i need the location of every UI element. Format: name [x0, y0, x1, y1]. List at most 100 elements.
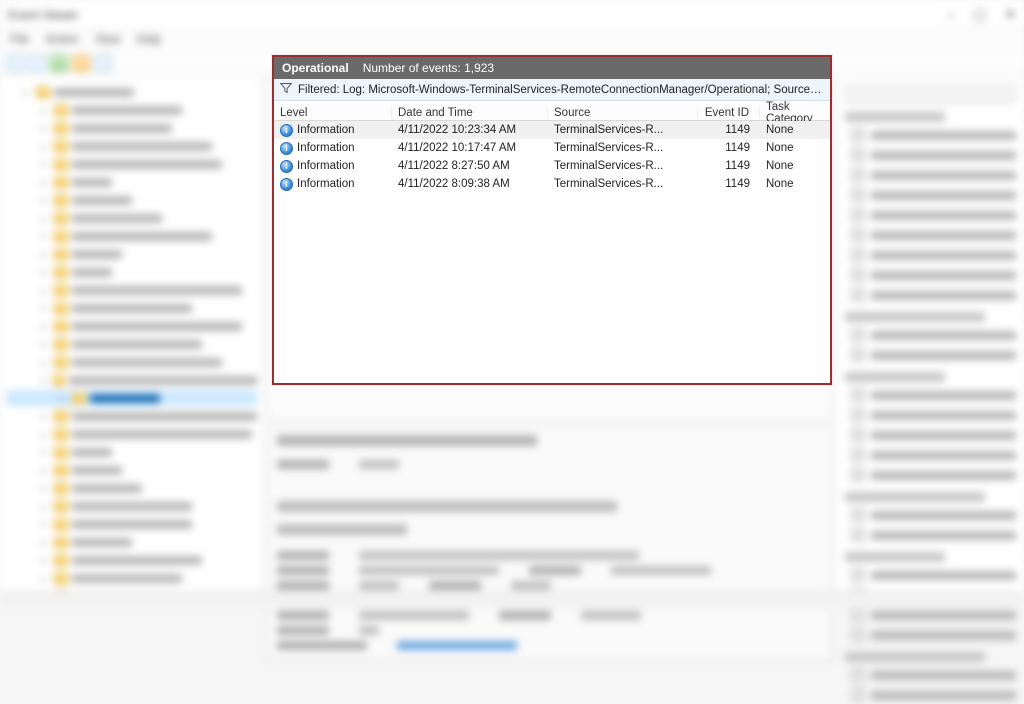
- actions-group-header: [845, 312, 985, 322]
- col-event-id[interactable]: Event ID: [698, 107, 760, 119]
- tree-item[interactable]: ▸: [6, 462, 257, 478]
- tree-item[interactable]: ▸: [6, 408, 257, 424]
- maximize-button[interactable]: ▢: [973, 6, 986, 23]
- tree-item[interactable]: ▸: [6, 354, 257, 370]
- action-icon: [851, 408, 865, 422]
- actions-item[interactable]: [851, 466, 1016, 484]
- tree-item[interactable]: ▸: [6, 282, 257, 298]
- folder-icon: [54, 266, 68, 278]
- tree-item[interactable]: ▸: [6, 300, 257, 316]
- actions-item[interactable]: [851, 506, 1016, 524]
- tree-item[interactable]: ▸: [6, 570, 257, 586]
- actions-item[interactable]: [851, 326, 1016, 344]
- actions-item[interactable]: [851, 426, 1016, 444]
- tree-item[interactable]: ▸: [6, 390, 257, 406]
- action-icon: [851, 568, 865, 582]
- actions-item[interactable]: [851, 146, 1016, 164]
- folder-icon: [54, 212, 68, 224]
- actions-header: [845, 84, 1016, 104]
- menu-action[interactable]: Action: [45, 32, 78, 47]
- event-row[interactable]: iInformation4/11/2022 8:09:38 AMTerminal…: [274, 175, 830, 193]
- toolbar-forward-icon[interactable]: [28, 54, 46, 72]
- info-icon: i: [280, 142, 293, 155]
- actions-pane[interactable]: [836, 76, 1024, 591]
- event-rows[interactable]: iInformation4/11/2022 10:23:34 AMTermina…: [274, 121, 830, 383]
- actions-item[interactable]: [851, 386, 1016, 404]
- log-event-count: Number of events: 1,923: [363, 61, 494, 75]
- action-icon: [851, 608, 865, 622]
- event-row[interactable]: iInformation4/11/2022 10:17:47 AMTermina…: [274, 139, 830, 157]
- cell-date-time: 4/11/2022 10:23:34 AM: [392, 124, 548, 136]
- actions-item[interactable]: [851, 686, 1016, 704]
- toolbar-back-icon[interactable]: [6, 54, 24, 72]
- tree-item[interactable]: ▸: [6, 336, 257, 352]
- action-icon: [851, 248, 865, 262]
- operational-log-highlight: Operational Number of events: 1,923 Filt…: [272, 55, 832, 385]
- tree-item[interactable]: ▸: [6, 534, 257, 550]
- actions-item[interactable]: [851, 526, 1016, 544]
- nav-tree[interactable]: ▸▸▸▸▸▸▸▸▸▸▸▸▸▸▸▸▸▸▸▸▸▸▸▸▸▸▸▸▸▸▸▸▸▸▸▸▸: [0, 76, 262, 591]
- actions-item[interactable]: [851, 286, 1016, 304]
- menu-file[interactable]: File: [10, 32, 29, 47]
- tree-item[interactable]: ▸: [6, 156, 257, 172]
- tree-item[interactable]: ▸: [6, 102, 257, 118]
- actions-item[interactable]: [851, 266, 1016, 284]
- action-icon: [851, 448, 865, 462]
- actions-item[interactable]: [851, 566, 1016, 584]
- folder-icon: [54, 356, 68, 368]
- actions-item[interactable]: [851, 406, 1016, 424]
- tree-item[interactable]: ▸: [6, 210, 257, 226]
- tree-item[interactable]: ▸: [6, 480, 257, 496]
- tree-item[interactable]: ▸: [6, 318, 257, 334]
- tree-item[interactable]: ▸: [6, 120, 257, 136]
- cell-event-id: 1149: [698, 142, 760, 154]
- actions-item[interactable]: [851, 346, 1016, 364]
- cell-level: Information: [297, 160, 355, 172]
- tree-item[interactable]: ▸: [6, 444, 257, 460]
- tree-item[interactable]: ▸: [6, 246, 257, 262]
- tree-item[interactable]: ▸: [6, 552, 257, 568]
- toolbar-refresh-icon[interactable]: [50, 54, 68, 72]
- menu-view[interactable]: View: [95, 32, 121, 47]
- column-headers[interactable]: Level Date and Time Source Event ID Task…: [274, 101, 830, 121]
- folder-icon: [54, 284, 68, 296]
- actions-item[interactable]: [851, 246, 1016, 264]
- actions-item[interactable]: [851, 226, 1016, 244]
- tree-item[interactable]: ▸: [6, 498, 257, 514]
- action-icon: [851, 508, 865, 522]
- event-row[interactable]: iInformation4/11/2022 8:27:50 AMTerminal…: [274, 157, 830, 175]
- tree-item[interactable]: ▸: [6, 372, 257, 388]
- actions-item[interactable]: [851, 126, 1016, 144]
- action-icon: [851, 688, 865, 702]
- actions-item[interactable]: [851, 626, 1016, 644]
- actions-item[interactable]: [851, 206, 1016, 224]
- filter-bar[interactable]: Filtered: Log: Microsoft-Windows-Termina…: [274, 79, 830, 101]
- tree-item[interactable]: ▸: [6, 516, 257, 532]
- menu-help[interactable]: Help: [137, 32, 162, 47]
- col-date-time[interactable]: Date and Time: [392, 107, 548, 119]
- toolbar-help-icon[interactable]: [94, 54, 112, 72]
- toolbar-stop-icon[interactable]: [72, 54, 90, 72]
- actions-item[interactable]: [851, 186, 1016, 204]
- tree-item[interactable]: ▸: [6, 138, 257, 154]
- event-row[interactable]: iInformation4/11/2022 10:23:34 AMTermina…: [274, 121, 830, 139]
- cell-task-category: None: [760, 124, 830, 136]
- actions-item[interactable]: [851, 446, 1016, 464]
- tree-item[interactable]: ▸: [6, 426, 257, 442]
- minimize-button[interactable]: –: [947, 6, 955, 23]
- info-icon: i: [280, 178, 293, 191]
- tree-item[interactable]: ▸: [6, 192, 257, 208]
- tree-item[interactable]: ▸: [6, 84, 257, 100]
- actions-item[interactable]: [851, 666, 1016, 684]
- tree-item[interactable]: ▸: [6, 264, 257, 280]
- col-level[interactable]: Level: [274, 107, 392, 119]
- cell-date-time: 4/11/2022 10:17:47 AM: [392, 142, 548, 154]
- folder-icon: [53, 374, 65, 386]
- folder-icon: [54, 194, 68, 206]
- tree-item[interactable]: ▸: [6, 174, 257, 190]
- col-source[interactable]: Source: [548, 107, 698, 119]
- close-button[interactable]: ✕: [1004, 6, 1016, 23]
- actions-item[interactable]: [851, 166, 1016, 184]
- detail-description: [277, 501, 617, 512]
- tree-item[interactable]: ▸: [6, 228, 257, 244]
